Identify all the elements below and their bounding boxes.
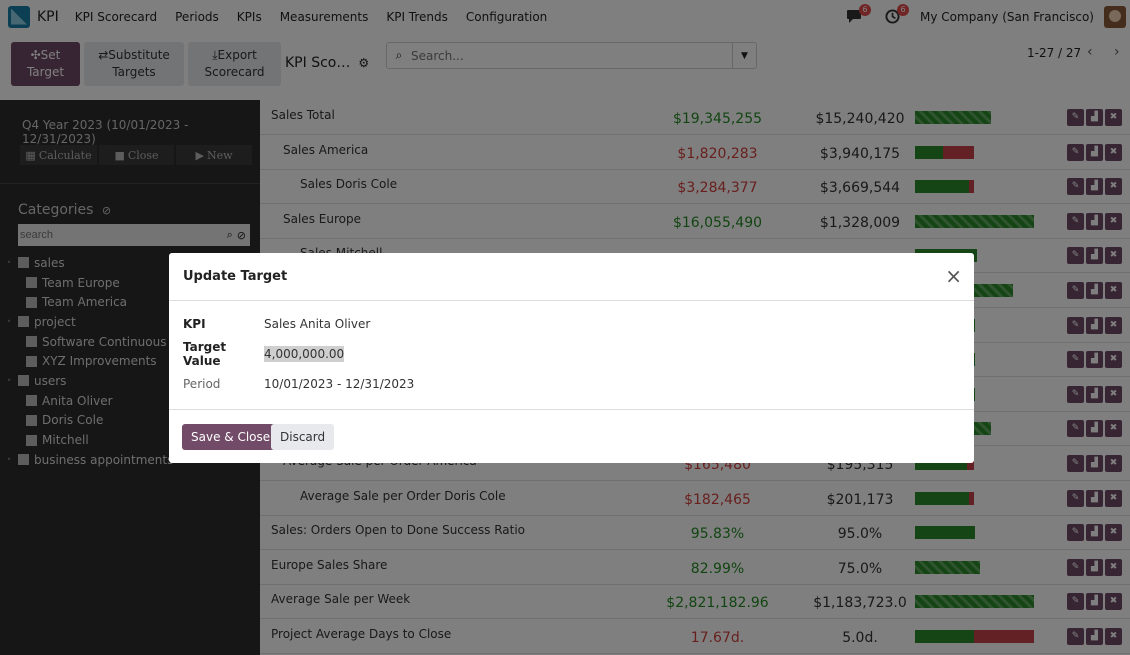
kpi-value: Sales Anita Oliver <box>264 317 371 331</box>
kpi-field: KPI Sales Anita Oliver <box>183 314 370 334</box>
target-value-input[interactable]: 4,000,000.00 <box>264 346 345 362</box>
dialog-footer: Save & Close Discard <box>169 410 974 463</box>
period-value: 10/01/2023 - 12/31/2023 <box>264 377 415 391</box>
period-label: Period <box>183 377 221 391</box>
period-field: Period 10/01/2023 - 12/31/2023 <box>183 374 414 394</box>
discard-button[interactable]: Discard <box>271 424 335 450</box>
dialog-body: KPI Sales Anita Oliver Target Value 4,00… <box>169 301 974 410</box>
kpi-label: KPI <box>183 317 206 331</box>
dialog-title: Update Target <box>183 269 288 284</box>
save-close-button[interactable]: Save & Close <box>182 424 280 450</box>
target-value-label: Target Value <box>183 340 227 368</box>
target-value-field: Target Value 4,000,000.00 <box>183 340 345 368</box>
close-icon[interactable]: × <box>945 266 962 286</box>
dialog-header: Update Target × <box>169 253 974 301</box>
update-target-dialog: Update Target × KPI Sales Anita Oliver T… <box>169 253 974 463</box>
